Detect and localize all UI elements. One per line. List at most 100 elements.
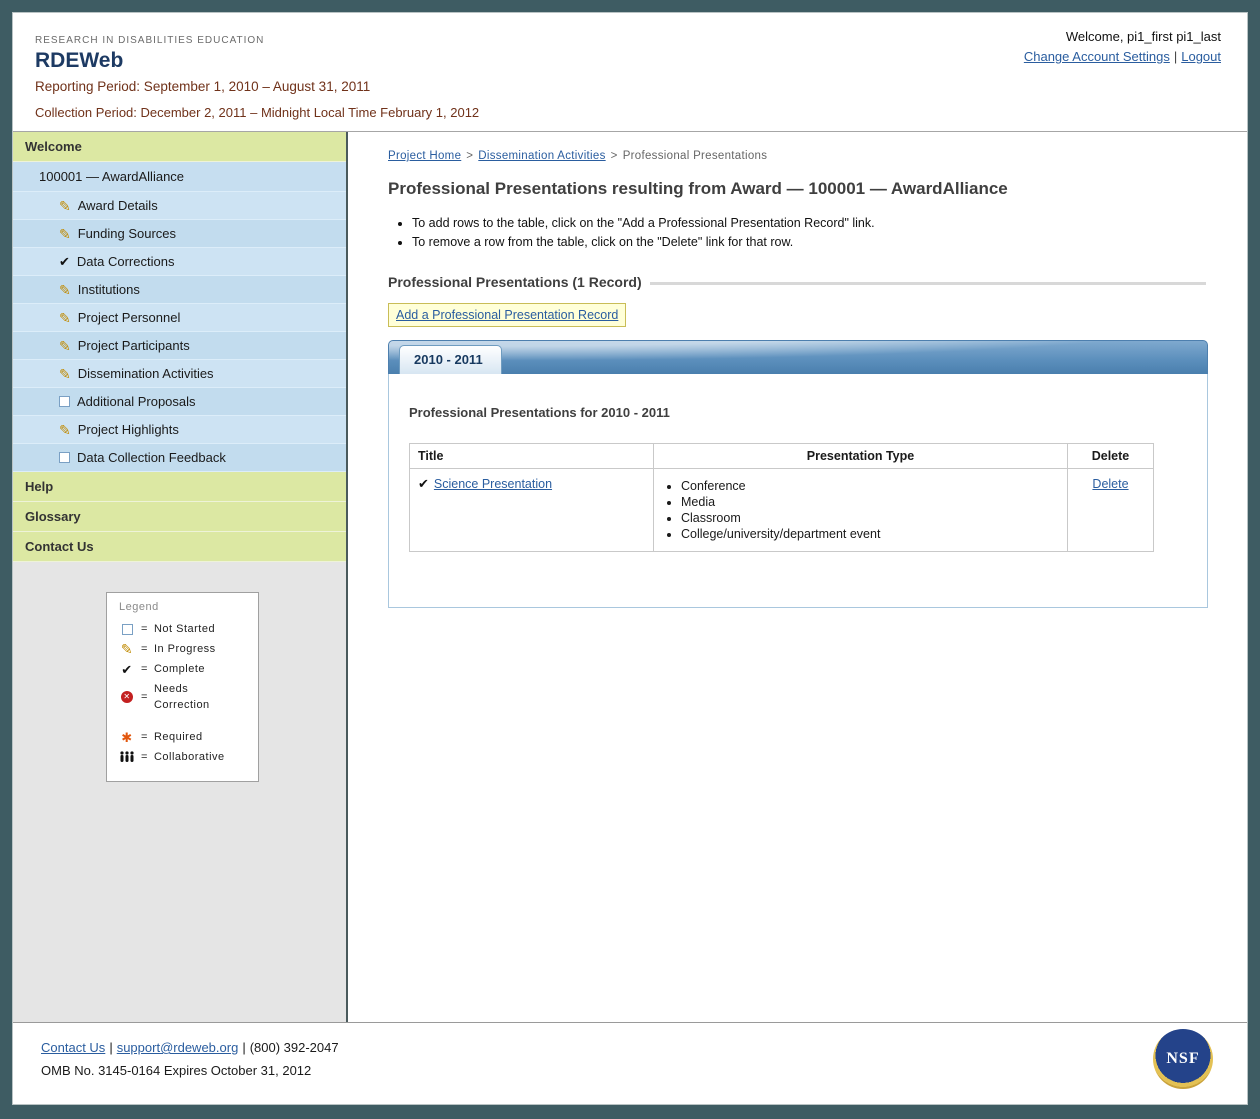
- sidebar-item-project-participants[interactable]: ✎ Project Participants: [13, 332, 346, 360]
- sidebar-item-additional-proposals[interactable]: Additional Proposals: [13, 388, 346, 416]
- collection-period: Collection Period: December 2, 2011 – Mi…: [35, 105, 1221, 120]
- pencil-icon: ✎: [59, 311, 71, 325]
- sidebar-item-label: Funding Sources: [78, 226, 176, 241]
- sidebar-header-contact-us[interactable]: Contact Us: [13, 532, 346, 562]
- sidebar-item-funding-sources[interactable]: ✎ Funding Sources: [13, 220, 346, 248]
- column-header-delete: Delete: [1068, 444, 1154, 469]
- presentation-type-item: Media: [681, 495, 1059, 509]
- legend-item-required: ✱ = Required: [107, 727, 258, 747]
- legend-equals: =: [141, 729, 148, 745]
- legend-label: Required: [154, 729, 203, 745]
- body: Welcome 100001 — AwardAlliance ✎ Award D…: [13, 131, 1247, 1022]
- legend-item-complete: ✔ = Complete: [107, 659, 258, 679]
- sidebar-item-institutions[interactable]: ✎ Institutions: [13, 276, 346, 304]
- sidebar-item-award[interactable]: 100001 — AwardAlliance: [13, 162, 346, 192]
- instruction-item: To add rows to the table, click on the "…: [412, 216, 1206, 230]
- footer-contact-link[interactable]: Contact Us: [41, 1040, 105, 1055]
- legend-equals: =: [141, 661, 148, 677]
- footer-contact-line: Contact Us|support@rdeweb.org|(800) 392-…: [41, 1040, 1221, 1055]
- pencil-icon: ✎: [59, 283, 71, 297]
- check-icon: ✔: [59, 255, 70, 268]
- breadcrumb-dissemination-activities[interactable]: Dissemination Activities: [478, 150, 605, 162]
- breadcrumb: Project Home>Dissemination Activities>Pr…: [388, 150, 1206, 162]
- tab-2010-2011[interactable]: 2010 - 2011: [399, 345, 502, 374]
- sidebar-award-items: ✎ Award Details ✎ Funding Sources ✔ Data…: [13, 192, 346, 472]
- account-area: Welcome, pi1_first pi1_last Change Accou…: [1024, 29, 1221, 64]
- logout-link[interactable]: Logout: [1181, 49, 1221, 64]
- error-icon: ✕: [119, 691, 135, 703]
- pencil-icon: ✎: [59, 339, 71, 353]
- pencil-icon: ✎: [59, 227, 71, 241]
- legend-label: Complete: [154, 661, 205, 677]
- page: RESEARCH IN DISABILITIES EDUCATION RDEWe…: [12, 12, 1248, 1105]
- main-content: Project Home>Dissemination Activities>Pr…: [348, 132, 1247, 1022]
- change-account-settings-link[interactable]: Change Account Settings: [1024, 49, 1170, 64]
- legend-item-in-progress: ✎ = In Progress: [107, 639, 258, 659]
- legend-label: Not Started: [154, 621, 215, 637]
- legend-label: Needs Correction: [154, 681, 246, 713]
- panel-body: Professional Presentations for 2010 - 20…: [388, 374, 1208, 608]
- sidebar-item-dissemination-activities[interactable]: ✎ Dissemination Activities: [13, 360, 346, 388]
- table-header-row: Title Presentation Type Delete: [410, 444, 1154, 469]
- footer-separator: |: [109, 1040, 112, 1055]
- sidebar-item-award-details[interactable]: ✎ Award Details: [13, 192, 346, 220]
- legend-equals: =: [141, 689, 148, 705]
- legend: Legend = Not Started ✎ = In Progress ✔ =: [106, 592, 259, 782]
- legend-equals: =: [141, 621, 148, 637]
- column-header-title: Title: [410, 444, 654, 469]
- section-title: Professional Presentations (1 Record): [388, 274, 642, 290]
- sidebar-header-welcome[interactable]: Welcome: [13, 132, 346, 162]
- cell-presentation-type: Conference Media Classroom College/unive…: [654, 469, 1068, 552]
- sidebar-item-label: Dissemination Activities: [78, 366, 214, 381]
- legend-item-needs-correction: ✕ = Needs Correction: [107, 679, 258, 715]
- checkbox-icon: [119, 624, 135, 635]
- legend-equals: =: [141, 641, 148, 657]
- sidebar-item-label: Institutions: [78, 282, 140, 297]
- sidebar-item-label: Award Details: [78, 198, 158, 213]
- sidebar-header-help[interactable]: Help: [13, 472, 346, 502]
- nsf-logo-text: NSF: [1166, 1050, 1199, 1068]
- sidebar-item-label: Data Corrections: [77, 254, 175, 269]
- section-header: Professional Presentations (1 Record): [388, 274, 1206, 290]
- sidebar-item-label: Data Collection Feedback: [77, 450, 226, 465]
- table-row: ✔ Science Presentation Conference Media: [410, 469, 1154, 552]
- header: RESEARCH IN DISABILITIES EDUCATION RDEWe…: [13, 13, 1247, 131]
- nsf-logo: NSF: [1153, 1029, 1213, 1089]
- instruction-item: To remove a row from the table, click on…: [412, 235, 1206, 249]
- panel-title: Professional Presentations for 2010 - 20…: [409, 405, 1187, 420]
- page-frame: RESEARCH IN DISABILITIES EDUCATION RDEWe…: [0, 0, 1260, 1119]
- presentation-type-item: College/university/department event: [681, 527, 1059, 541]
- sidebar-header-glossary[interactable]: Glossary: [13, 502, 346, 532]
- breadcrumb-project-home[interactable]: Project Home: [388, 150, 461, 162]
- sidebar: Welcome 100001 — AwardAlliance ✎ Award D…: [13, 132, 348, 1022]
- pencil-icon: ✎: [59, 367, 71, 381]
- sidebar-item-project-highlights[interactable]: ✎ Project Highlights: [13, 416, 346, 444]
- presentations-table: Title Presentation Type Delete ✔: [409, 443, 1154, 552]
- sidebar-item-project-personnel[interactable]: ✎ Project Personnel: [13, 304, 346, 332]
- footer-omb: OMB No. 3145-0164 Expires October 31, 20…: [41, 1063, 1221, 1078]
- presentation-type-item: Conference: [681, 479, 1059, 493]
- pencil-icon: ✎: [59, 199, 71, 213]
- tab-bar: 2010 - 2011: [388, 340, 1208, 374]
- section-rule: [650, 282, 1206, 285]
- presentation-type-item: Classroom: [681, 511, 1059, 525]
- presentations-panel: 2010 - 2011 Professional Presentations f…: [388, 340, 1208, 608]
- legend-equals: =: [141, 749, 148, 765]
- legend-title: Legend: [107, 599, 258, 619]
- add-presentation-box: Add a Professional Presentation Record: [388, 303, 626, 327]
- account-links: Change Account Settings|Logout: [1024, 49, 1221, 64]
- check-icon: ✔: [119, 663, 135, 676]
- column-header-type: Presentation Type: [654, 444, 1068, 469]
- breadcrumb-separator: >: [466, 150, 473, 162]
- presentation-title-link[interactable]: Science Presentation: [434, 477, 552, 491]
- delete-link[interactable]: Delete: [1092, 477, 1128, 491]
- footer-phone: (800) 392-2047: [250, 1040, 339, 1055]
- footer-email-link[interactable]: support@rdeweb.org: [117, 1040, 239, 1055]
- legend-label: Collaborative: [154, 749, 225, 765]
- add-presentation-link[interactable]: Add a Professional Presentation Record: [396, 308, 618, 322]
- sidebar-item-data-collection-feedback[interactable]: Data Collection Feedback: [13, 444, 346, 472]
- checkbox-icon: [59, 396, 70, 407]
- sidebar-item-data-corrections[interactable]: ✔ Data Corrections: [13, 248, 346, 276]
- page-title: Professional Presentations resulting fro…: [388, 179, 1206, 199]
- sidebar-item-label: Additional Proposals: [77, 394, 196, 409]
